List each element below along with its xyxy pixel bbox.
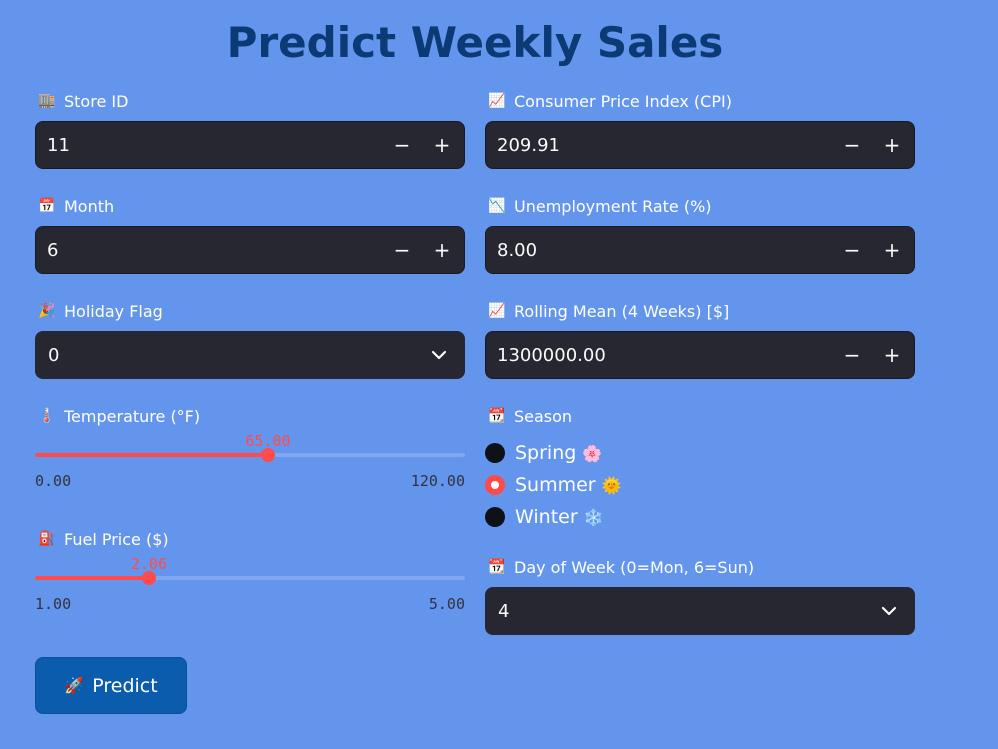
temperature-label: 🌡️ Temperature (°F) (37, 405, 200, 427)
fuel-price-slider[interactable]: 2.06 1.00 5.00 (35, 555, 465, 635)
cherry-blossom-icon: 🌸 (582, 443, 603, 463)
unemployment-decrement-button[interactable]: − (832, 227, 872, 273)
thermometer-icon: 🌡️ (38, 408, 56, 424)
season-option-winter[interactable]: Winter ❄️ (485, 501, 622, 533)
temperature-slider-thumb[interactable] (260, 448, 275, 462)
cpi-input[interactable]: 209.91 − + (485, 121, 915, 169)
month-input[interactable]: 6 − + (35, 226, 465, 274)
store-id-increment-button[interactable]: + (422, 122, 462, 168)
holiday-flag-label-text: Holiday Flag (64, 301, 163, 321)
fuel-price-max-label: 5.00 (428, 595, 465, 613)
fuel-price-min-label: 1.00 (35, 595, 72, 613)
holiday-flag-select[interactable]: 0 (35, 331, 465, 379)
store-id-decrement-button[interactable]: − (382, 122, 422, 168)
fuel-price-label: ⛽ Fuel Price ($) (37, 528, 169, 550)
season-label: 📆 Season (487, 405, 572, 427)
unemployment-label: 📉 Unemployment Rate (%) (487, 195, 712, 217)
store-id-value[interactable]: 11 (36, 135, 382, 156)
month-decrement-button[interactable]: − (382, 227, 422, 273)
season-option-label: Winter (515, 506, 578, 528)
party-popper-icon: 🎉 (38, 303, 56, 319)
fuel-pump-icon: ⛽ (38, 531, 56, 547)
calendar-icon: 📅 (38, 198, 56, 214)
fuel-price-slider-fill (35, 576, 149, 580)
sun-icon: 🌞 (601, 475, 622, 495)
page-title: Predict Weekly Sales (226, 18, 724, 67)
season-option-label: Summer (515, 474, 596, 496)
fuel-price-label-text: Fuel Price ($) (64, 529, 169, 549)
radio-button[interactable] (485, 443, 505, 463)
chart-down-icon: 📉 (488, 198, 506, 214)
unemployment-increment-button[interactable]: + (872, 227, 912, 273)
season-option-spring[interactable]: Spring 🌸 (485, 437, 622, 469)
unemployment-value[interactable]: 8.00 (486, 240, 832, 261)
temperature-max-label: 120.00 (410, 472, 465, 490)
day-of-week-label-text: Day of Week (0=Mon, 6=Sun) (514, 557, 755, 577)
cpi-value[interactable]: 209.91 (486, 135, 832, 156)
chart-up-icon: 📈 (488, 93, 506, 109)
month-label-text: Month (64, 196, 115, 216)
cpi-label-text: Consumer Price Index (CPI) (514, 91, 732, 111)
day-of-week-value: 4 (498, 600, 510, 622)
radio-button[interactable] (485, 507, 505, 527)
radio-button[interactable] (485, 475, 505, 495)
month-increment-button[interactable]: + (422, 227, 462, 273)
rolling-mean-decrement-button[interactable]: − (832, 332, 872, 378)
rocket-icon: 🚀 (64, 676, 85, 695)
unemployment-input[interactable]: 8.00 − + (485, 226, 915, 274)
cpi-label: 📈 Consumer Price Index (CPI) (487, 90, 732, 112)
predict-button-label: Predict (92, 674, 158, 697)
store-id-label-text: Store ID (64, 91, 129, 111)
rolling-mean-increment-button[interactable]: + (872, 332, 912, 378)
day-of-week-select[interactable]: 4 (485, 587, 915, 635)
fuel-price-slider-thumb[interactable] (141, 571, 156, 585)
rolling-mean-label: 📈 Rolling Mean (4 Weeks) [$] (487, 300, 729, 322)
month-value[interactable]: 6 (36, 240, 382, 261)
month-label: 📅 Month (37, 195, 114, 217)
store-icon: 🏬 (38, 93, 56, 109)
cpi-decrement-button[interactable]: − (832, 122, 872, 168)
chevron-down-icon[interactable] (879, 601, 899, 621)
temperature-label-text: Temperature (°F) (64, 406, 201, 426)
rolling-mean-label-text: Rolling Mean (4 Weeks) [$] (514, 301, 730, 321)
temperature-min-label: 0.00 (35, 472, 72, 490)
calendar-icon: 📆 (488, 559, 506, 575)
chart-up-icon: 📈 (488, 303, 506, 319)
season-label-text: Season (514, 406, 573, 426)
day-of-week-label: 📆 Day of Week (0=Mon, 6=Sun) (487, 556, 754, 578)
store-id-label: 🏬 Store ID (37, 90, 128, 112)
rolling-mean-input[interactable]: 1300000.00 − + (485, 331, 915, 379)
holiday-flag-label: 🎉 Holiday Flag (37, 300, 163, 322)
holiday-flag-value: 0 (48, 344, 60, 366)
calendar-icon: 📆 (488, 408, 506, 424)
temperature-slider[interactable]: 65.00 0.00 120.00 (35, 432, 465, 512)
predict-button[interactable]: 🚀 Predict (35, 657, 187, 714)
season-option-summer[interactable]: Summer 🌞 (485, 469, 622, 501)
rolling-mean-value[interactable]: 1300000.00 (486, 345, 832, 366)
season-option-label: Spring (515, 442, 577, 464)
temperature-slider-fill (35, 453, 268, 457)
cpi-increment-button[interactable]: + (872, 122, 912, 168)
unemployment-label-text: Unemployment Rate (%) (514, 196, 712, 216)
snowflake-icon: ❄️ (583, 507, 604, 527)
chevron-down-icon[interactable] (429, 345, 449, 365)
store-id-input[interactable]: 11 − + (35, 121, 465, 169)
season-radio-group: Spring 🌸 Summer 🌞 Winter ❄️ (485, 437, 622, 533)
